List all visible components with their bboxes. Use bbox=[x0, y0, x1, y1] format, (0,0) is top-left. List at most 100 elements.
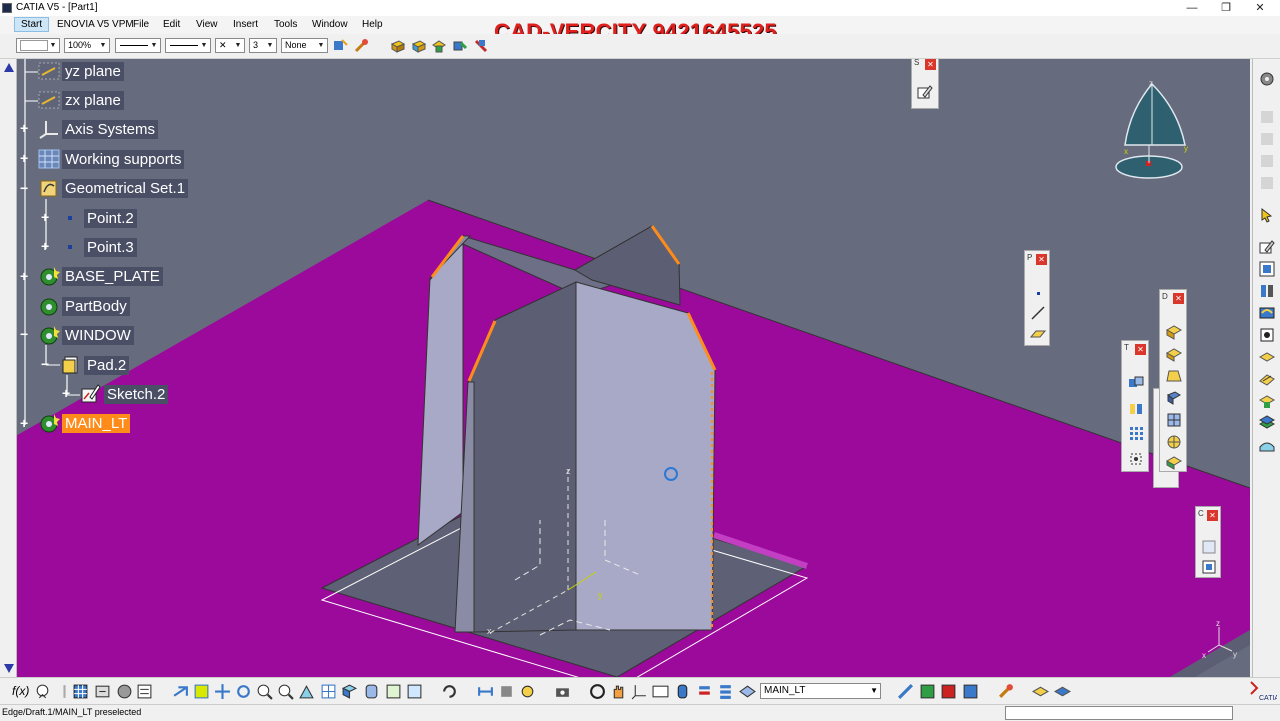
fit-all-icon[interactable] bbox=[193, 683, 210, 700]
update-icon[interactable] bbox=[441, 683, 458, 700]
fly-mode-icon[interactable] bbox=[172, 683, 189, 700]
menu-help[interactable]: Help bbox=[362, 19, 383, 30]
table-icon[interactable] bbox=[72, 683, 89, 700]
shell-tool-icon[interactable] bbox=[1166, 390, 1182, 406]
c-floating-toolbar[interactable]: C ✕ bbox=[1195, 506, 1221, 578]
tool-disabled-icon[interactable] bbox=[1259, 153, 1275, 169]
expand-plus-icon[interactable]: + bbox=[41, 210, 51, 224]
paint-brush-icon[interactable] bbox=[353, 38, 369, 54]
tool-disabled-icon[interactable] bbox=[1259, 175, 1275, 191]
thickness-combo[interactable]: 3 ▼ bbox=[249, 38, 277, 53]
maximize-button[interactable]: ❐ bbox=[1211, 0, 1241, 16]
hole-icon[interactable] bbox=[1259, 327, 1275, 343]
sketch-tool-icon[interactable] bbox=[917, 84, 933, 100]
menu-start[interactable]: Start bbox=[14, 17, 50, 32]
expand-plus-icon[interactable]: + bbox=[20, 416, 30, 430]
cylinder-icon[interactable] bbox=[674, 683, 691, 700]
rib-tool-icon[interactable] bbox=[452, 38, 468, 54]
pattern-tool-icon[interactable] bbox=[1128, 425, 1144, 441]
part-gear-icon[interactable] bbox=[116, 683, 133, 700]
menu-insert[interactable]: Insert bbox=[233, 19, 258, 30]
menu-enovia[interactable]: ENOVIA V5 VPM bbox=[57, 19, 134, 30]
line-type-combo[interactable]: ▼ bbox=[165, 38, 211, 53]
select-arrow-icon[interactable] bbox=[1259, 207, 1275, 223]
sketcher-icon[interactable] bbox=[1259, 239, 1275, 255]
hide-show-icon[interactable] bbox=[385, 683, 402, 700]
line-weight-combo[interactable]: ▼ bbox=[115, 38, 161, 53]
close-icon[interactable]: ✕ bbox=[1207, 510, 1218, 521]
measure-item-icon[interactable] bbox=[498, 683, 515, 700]
work-object-icon[interactable] bbox=[739, 683, 756, 700]
measure-between-icon[interactable] bbox=[477, 683, 494, 700]
fillet-tool-icon[interactable] bbox=[1166, 324, 1182, 340]
current-body-select[interactable]: MAIN_LT ▼ bbox=[760, 683, 881, 699]
surface-icon[interactable] bbox=[1259, 437, 1275, 453]
scale-tool-icon[interactable] bbox=[1128, 451, 1144, 467]
expand-plus-icon[interactable]: + bbox=[20, 269, 30, 283]
multi-view-icon[interactable] bbox=[320, 683, 337, 700]
body-icon[interactable] bbox=[1259, 283, 1275, 299]
mirror-tool-icon[interactable] bbox=[1128, 401, 1144, 417]
measure-inertia-icon[interactable] bbox=[519, 683, 536, 700]
transparency-combo[interactable]: 100% ▼ bbox=[64, 38, 110, 53]
point-tool-icon[interactable] bbox=[1030, 285, 1046, 301]
thread-tool-icon[interactable] bbox=[1166, 434, 1182, 450]
front-right-wall[interactable] bbox=[575, 281, 716, 631]
command-input[interactable] bbox=[1005, 706, 1233, 720]
measure-tool-icon[interactable] bbox=[1201, 559, 1217, 575]
swap-visible-icon[interactable] bbox=[406, 683, 423, 700]
expand-plus-icon[interactable]: + bbox=[20, 151, 30, 165]
thickness-tool-icon[interactable] bbox=[1166, 412, 1182, 428]
apply-material-icon[interactable] bbox=[997, 683, 1014, 700]
analysis-icon[interactable] bbox=[897, 683, 914, 700]
tree-scrollbar[interactable] bbox=[0, 59, 17, 677]
sketcher-floating-toolbar[interactable]: S ✕ bbox=[911, 59, 939, 109]
shading-icon[interactable] bbox=[363, 683, 380, 700]
catalog-icon[interactable] bbox=[94, 683, 111, 700]
line-tool-icon[interactable] bbox=[1030, 305, 1046, 321]
scroll-down-arrow-icon[interactable] bbox=[4, 664, 14, 673]
workbench-gear-icon[interactable] bbox=[1259, 71, 1275, 87]
scroll-up-arrow-icon[interactable] bbox=[4, 63, 14, 72]
hand-icon[interactable] bbox=[610, 683, 627, 700]
zoom-out-icon[interactable] bbox=[277, 683, 294, 700]
hole-tool-icon[interactable] bbox=[473, 38, 489, 54]
menu-edit[interactable]: Edit bbox=[163, 19, 180, 30]
knowledge-icon[interactable] bbox=[34, 683, 51, 700]
tools-floating-toolbar[interactable]: T ✕ bbox=[1121, 340, 1149, 472]
pan-icon[interactable] bbox=[214, 683, 231, 700]
drag-handle-icon[interactable] bbox=[56, 683, 73, 700]
collapse-minus-icon[interactable]: − bbox=[20, 181, 30, 195]
minimize-button[interactable]: — bbox=[1177, 0, 1207, 16]
translate-tool-icon[interactable] bbox=[1128, 375, 1144, 391]
pocket-tool-icon[interactable] bbox=[411, 38, 427, 54]
color-combo[interactable]: ▼ bbox=[16, 38, 60, 53]
pad-tool-icon[interactable] bbox=[390, 38, 406, 54]
positioned-sketch-icon[interactable] bbox=[1259, 261, 1275, 277]
scale-numbers-icon[interactable] bbox=[652, 683, 669, 700]
close-button[interactable]: ✕ bbox=[1245, 0, 1275, 16]
draft-tool-icon[interactable] bbox=[1166, 368, 1182, 384]
dress-up-floating-toolbar[interactable]: D ✕ bbox=[1159, 289, 1187, 472]
normal-view-icon[interactable] bbox=[298, 683, 315, 700]
menu-view[interactable]: View bbox=[196, 19, 218, 30]
compass-icon[interactable] bbox=[1115, 82, 1186, 179]
3d-viewport[interactable]: z x y z x y z x y yz plane zx plane + Ax… bbox=[0, 59, 1250, 677]
iso-view-icon[interactable] bbox=[341, 683, 358, 700]
knowledge-advisor-icon[interactable] bbox=[589, 683, 606, 700]
rotate-icon[interactable] bbox=[235, 683, 252, 700]
hybrid-shape-icon[interactable] bbox=[1259, 305, 1275, 321]
boolean-icon[interactable] bbox=[1032, 683, 1049, 700]
close-icon[interactable]: ✕ bbox=[1036, 254, 1047, 265]
menu-file[interactable]: File bbox=[133, 19, 149, 30]
layers-icon[interactable] bbox=[696, 683, 713, 700]
collapse-minus-icon[interactable]: − bbox=[41, 357, 51, 371]
tool-disabled-icon[interactable] bbox=[1259, 131, 1275, 147]
stack-icon[interactable] bbox=[717, 683, 734, 700]
expand-plus-icon[interactable]: + bbox=[20, 121, 30, 135]
expand-plus-icon[interactable]: + bbox=[62, 386, 72, 400]
axis-system-tool-icon[interactable] bbox=[631, 683, 648, 700]
shaft-tool-icon[interactable] bbox=[431, 38, 447, 54]
close-icon[interactable]: ✕ bbox=[925, 59, 936, 70]
collapse-minus-icon[interactable]: − bbox=[20, 327, 30, 341]
